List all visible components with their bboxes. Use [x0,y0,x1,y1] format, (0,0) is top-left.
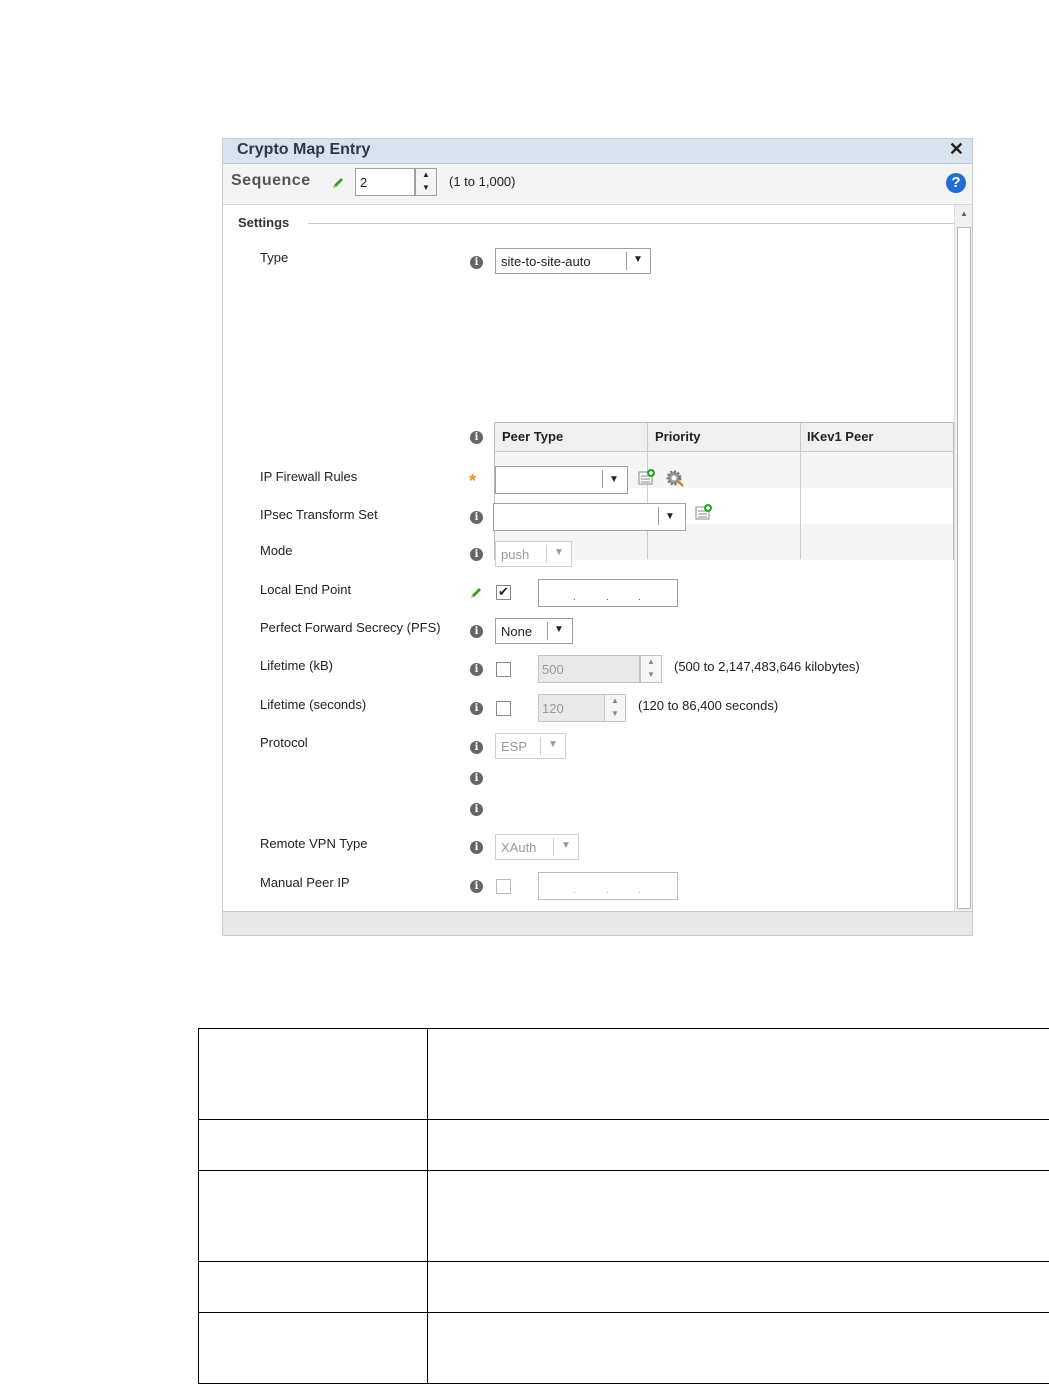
info-icon[interactable]: i [470,548,483,561]
lifetime-seconds-checkbox[interactable] [496,701,511,716]
sequence-bar: Sequence 2 ▲ ▼ (1 to 1,000) ? [223,164,972,205]
peer-table-header: Peer Type Priority IKev1 Peer [495,423,953,452]
ipsec-transform-set-select[interactable]: ▼ [493,503,686,531]
chevron-down-icon: ▼ [561,840,571,851]
pfs-label: Perfect Forward Secrecy (PFS) [260,620,441,635]
column-priority[interactable]: Priority [655,429,701,444]
manual-peer-ip-input[interactable]: . . . [538,872,678,900]
type-label: Type [260,250,289,265]
table-row [198,1170,1049,1262]
mode-select[interactable]: push ▼ [495,541,572,567]
info-icon[interactable]: i [470,256,483,269]
info-icon[interactable]: i [470,880,483,893]
info-icon[interactable]: i [470,772,483,785]
column-peer-type[interactable]: Peer Type [502,429,563,444]
manual-peer-ip-checkbox[interactable] [496,879,511,894]
description-table [198,1028,1049,1384]
dialog-title-bar: Crypto Map Entry ✕ [223,139,972,164]
lifetime-seconds-range: (120 to 86,400 seconds) [638,698,779,713]
dialog-title: Crypto Map Entry [237,141,371,158]
chevron-down-icon: ▼ [665,511,675,522]
type-select[interactable]: site-to-site-auto ▼ [495,248,651,274]
scroll-up-icon[interactable]: ▲ [960,209,968,218]
info-icon[interactable]: i [470,702,483,715]
ip-firewall-rules-label: IP Firewall Rules [260,469,358,484]
info-icon[interactable]: i [470,663,483,676]
add-rule-icon[interactable] [638,469,656,485]
add-transform-set-icon[interactable] [695,504,713,520]
column-ikev1-peer[interactable]: IKev1 Peer [807,429,874,444]
pfs-select[interactable]: None ▼ [495,618,573,644]
vertical-scrollbar[interactable]: ▲ [954,205,972,911]
local-end-point-ip-input[interactable]: . . . [538,579,678,607]
stepper-up-icon[interactable]: ▲ [422,170,430,179]
check-icon: ✔ [498,584,509,599]
close-icon[interactable]: ✕ [949,139,964,160]
sequence-label: Sequence [231,172,311,189]
table-row [198,1028,1049,1120]
lifetime-kb-range: (500 to 2,147,483,646 kilobytes) [674,659,860,674]
chevron-down-icon: ▼ [633,254,643,265]
chevron-down-icon: ▼ [609,474,619,485]
chevron-down-icon: ▼ [554,624,564,635]
info-icon[interactable]: i [470,511,483,524]
sequence-range: (1 to 1,000) [449,174,516,189]
lifetime-kb-stepper[interactable]: ▲ ▼ [640,655,662,683]
table-row [198,1119,1049,1171]
mode-label: Mode [260,543,293,558]
protocol-select[interactable]: ESP ▼ [495,733,566,759]
stepper-down-icon[interactable]: ▼ [647,670,655,679]
manual-peer-ip-label: Manual Peer IP [260,875,350,890]
help-icon[interactable]: ? [946,173,966,193]
settings-panel: Settings Type i site-to-site-auto ▼ i Pe… [223,205,956,911]
info-icon[interactable]: i [470,431,483,444]
info-icon[interactable]: i [470,625,483,638]
settings-heading: Settings [238,215,290,230]
scrollbar-thumb[interactable] [957,227,971,909]
lifetime-seconds-input[interactable]: 120 [538,694,605,722]
info-icon[interactable]: i [470,803,483,816]
lifetime-seconds-stepper[interactable]: ▲ ▼ [604,694,626,722]
lifetime-kb-label: Lifetime (kB) [260,658,333,673]
pencil-icon [333,178,343,188]
dialog-footer [223,911,972,935]
remote-vpn-type-label: Remote VPN Type [260,836,368,851]
ip-firewall-rules-select[interactable]: ▼ [495,466,628,494]
ipsec-transform-set-label: IPsec Transform Set [260,507,378,522]
chevron-down-icon: ▼ [548,739,558,750]
gear-icon[interactable] [666,469,684,487]
remote-vpn-type-select[interactable]: XAuth ▼ [495,834,579,860]
stepper-down-icon[interactable]: ▼ [422,183,430,192]
table-row [198,1261,1049,1313]
required-star-icon: * [469,471,477,491]
protocol-label: Protocol [260,735,308,750]
lifetime-kb-checkbox[interactable] [496,662,511,677]
lifetime-seconds-label: Lifetime (seconds) [260,697,367,712]
stepper-up-icon[interactable]: ▲ [647,657,655,666]
pencil-icon [471,588,481,598]
info-icon[interactable]: i [470,841,483,854]
stepper-down-icon[interactable]: ▼ [611,709,619,718]
local-end-point-label: Local End Point [260,582,352,597]
stepper-up-icon[interactable]: ▲ [611,696,619,705]
local-end-point-checkbox[interactable]: ✔ [496,584,511,600]
info-icon[interactable]: i [470,741,483,754]
sequence-input[interactable]: 2 [355,168,415,196]
sequence-stepper[interactable]: ▲ ▼ [415,168,437,196]
crypto-map-entry-dialog: Crypto Map Entry ✕ Sequence 2 ▲ ▼ (1 to … [222,138,973,936]
settings-divider [308,223,956,224]
table-row [198,1312,1049,1384]
chevron-down-icon: ▼ [554,547,564,558]
lifetime-kb-input[interactable]: 500 [538,655,640,683]
